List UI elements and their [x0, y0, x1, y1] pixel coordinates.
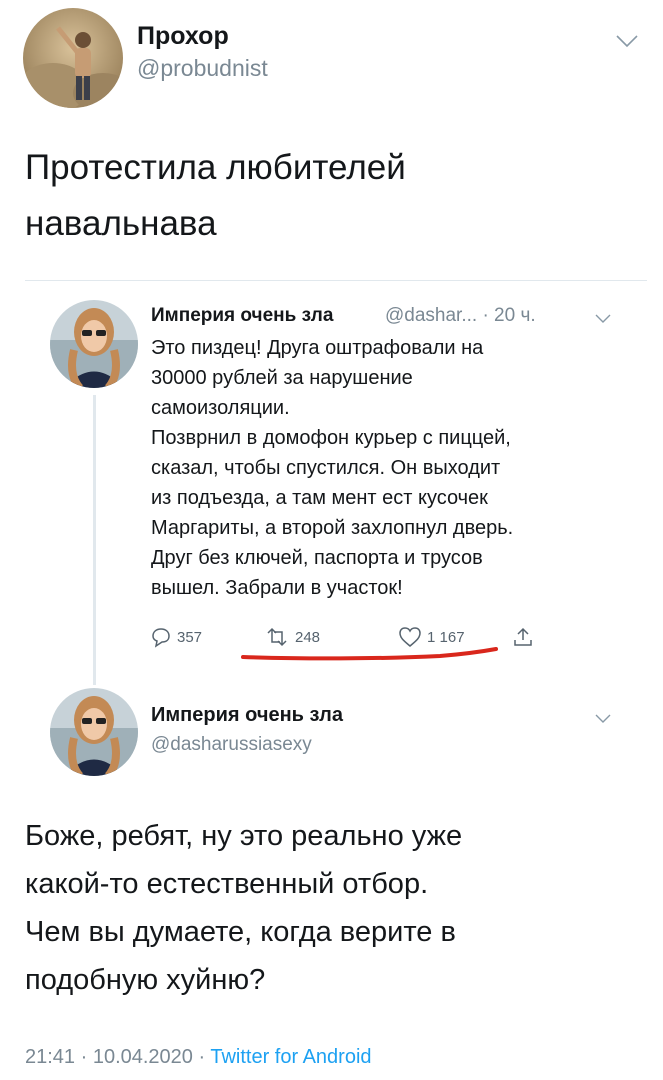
source-link[interactable]: Twitter for Android — [210, 1046, 371, 1068]
reply-text-line: какой-то естественный отбор. — [25, 868, 429, 900]
thread-line — [93, 395, 96, 685]
quoted-text-line: из подъезда, а там мент ест кусочек — [151, 487, 488, 509]
avatar-image — [23, 8, 123, 108]
quoted-handle-time[interactable]: @dashar... · 20 ч. — [385, 305, 536, 327]
reply-text-line: подобную хуйню? — [25, 964, 266, 996]
author-handle[interactable]: @probudnist — [137, 55, 268, 82]
quoted-text-line: Это пиздец! Друга оштрафовали на — [151, 337, 484, 359]
reply-button[interactable]: 357 — [150, 626, 202, 648]
share-icon — [514, 627, 532, 646]
tweet-text: Протестила любителей навальнава — [25, 140, 406, 252]
avatar[interactable] — [50, 300, 138, 388]
tweet-meta: 21:41 · 10.04.2020 · Twitter for Android — [25, 1046, 372, 1069]
reply-tweet-text: Боже, ребят, ну это реально уже какой-то… — [25, 812, 462, 1004]
chevron-down-icon[interactable] — [595, 711, 611, 729]
avatar[interactable] — [50, 688, 138, 776]
author-name[interactable]: Прохор — [137, 22, 229, 51]
reply-text-line: Чем вы думаете, когда верите в — [25, 916, 456, 948]
quoted-text-line: сказал, чтобы спустился. Он выходит — [151, 457, 501, 479]
timestamp[interactable]: 21:41 · 10.04.2020 · — [25, 1046, 210, 1068]
quoted-text-line: 30000 рублей за нарушение — [151, 367, 413, 389]
chevron-down-icon[interactable] — [616, 34, 638, 53]
quoted-tweet-text: Это пиздец! Друга оштрафовали на 30000 р… — [151, 333, 513, 603]
quoted-tweet-border-top — [25, 280, 647, 281]
quoted-text-line: Позврнил в домофон курьер с пиццей, — [151, 427, 511, 449]
avatar-image — [50, 688, 138, 776]
reply-icon — [152, 628, 170, 648]
reply-author-handle[interactable]: @dasharussiasexy — [151, 734, 312, 756]
quoted-text-line: Маргариты, а второй захлопнул дверь. — [151, 517, 514, 539]
avatar[interactable] — [23, 8, 123, 108]
reply-author-name[interactable]: Империя очень зла — [151, 704, 343, 727]
reply-text-line: Боже, ребят, ну это реально уже — [25, 820, 463, 852]
share-button[interactable] — [512, 626, 534, 648]
chevron-down-icon[interactable] — [595, 311, 611, 329]
avatar-image — [50, 300, 138, 388]
tweet-text-line: Протестила любителей — [25, 148, 406, 187]
reply-count: 357 — [177, 628, 203, 646]
quoted-author-name[interactable]: Империя очень зла — [151, 305, 333, 327]
red-underline — [241, 647, 498, 661]
quoted-text-line: Друг без ключей, паспорта и трусов — [151, 547, 483, 569]
quoted-text-line: самоизоляции. — [151, 397, 290, 419]
tweet-text-line: навальнава — [25, 204, 217, 243]
quoted-text-line: вышел. Забрали в участок! — [151, 577, 403, 599]
